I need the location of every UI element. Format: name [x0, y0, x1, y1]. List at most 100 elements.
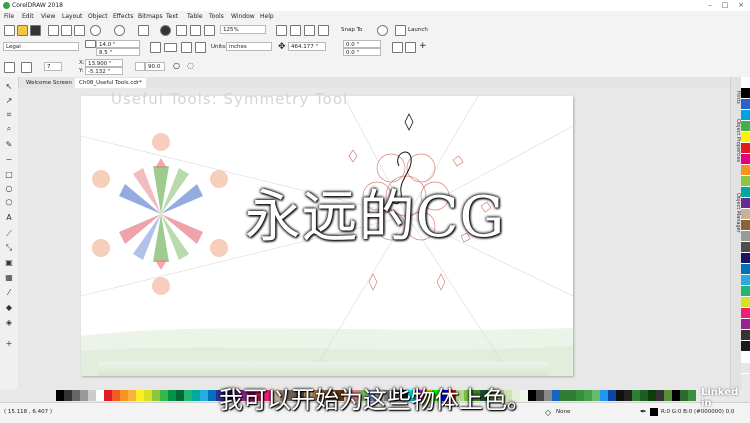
- shape-tool-icon[interactable]: ↗: [4, 96, 14, 105]
- docker-tab-hints[interactable]: Hints: [732, 91, 741, 104]
- transparency-tool-icon[interactable]: ▦: [4, 273, 14, 282]
- rotation-field[interactable]: 90.0: [145, 62, 165, 71]
- swatch-pink[interactable]: [741, 308, 750, 319]
- subtitle-caption: 我可以开始为这些物体上色。: [219, 386, 531, 414]
- add-icon[interactable]: +: [419, 41, 427, 51]
- view-icon[interactable]: ◌: [187, 61, 194, 70]
- page-width-field[interactable]: 14.0 ": [96, 40, 140, 48]
- swatch-chartreuse[interactable]: [741, 297, 750, 308]
- lock-icon[interactable]: ○: [173, 61, 180, 70]
- swatch-white[interactable]: [741, 77, 750, 88]
- undo-icon[interactable]: [90, 25, 101, 36]
- finish-editing-icon[interactable]: [405, 42, 416, 53]
- eyedropper-tool-icon[interactable]: ⁄: [4, 288, 14, 297]
- import-icon[interactable]: [176, 25, 187, 36]
- show-guidelines-icon[interactable]: [318, 25, 329, 36]
- duplicate-distance-y-field[interactable]: 0.0 ": [343, 48, 381, 56]
- page-size-select[interactable]: Legal: [3, 42, 79, 51]
- menu-help[interactable]: Help: [260, 13, 274, 20]
- interactive-fill-icon[interactable]: ◆: [4, 303, 14, 312]
- show-rulers-icon[interactable]: [290, 25, 301, 36]
- swatch-navy[interactable]: [741, 253, 750, 264]
- launch-app-icon[interactable]: [395, 25, 406, 36]
- tab-label: Welcome Screen: [26, 80, 72, 86]
- menu-table[interactable]: Table: [187, 13, 203, 20]
- swatch-cyan[interactable]: [741, 110, 750, 121]
- maximize-button[interactable]: □: [720, 1, 730, 10]
- angle-field[interactable]: [135, 62, 145, 71]
- artistic-media-icon[interactable]: ~: [4, 155, 14, 164]
- menu-window[interactable]: Window: [231, 13, 255, 20]
- swatch-red[interactable]: [741, 143, 750, 154]
- full-screen-preview-icon[interactable]: [276, 25, 287, 36]
- swatch-violet[interactable]: [741, 319, 750, 330]
- symmetry-mode-icon[interactable]: [21, 62, 32, 73]
- swatch-royal-blue[interactable]: [741, 264, 750, 275]
- save-icon[interactable]: [30, 25, 41, 36]
- duplicate-distance-x-field[interactable]: 0.0 ": [343, 40, 381, 48]
- zoom-level-select[interactable]: 125%: [220, 25, 266, 34]
- cut-icon[interactable]: [48, 25, 59, 36]
- snap-to-dropdown[interactable]: Snap To: [341, 27, 362, 33]
- menu-layout[interactable]: Layout: [62, 13, 82, 20]
- portrait-icon[interactable]: [150, 42, 161, 53]
- current-page-icon[interactable]: [195, 42, 206, 53]
- tab-welcome-screen[interactable]: Welcome Screen: [22, 78, 76, 88]
- new-document-icon[interactable]: [4, 25, 15, 36]
- zoom-tool-icon[interactable]: ⌕: [4, 124, 14, 133]
- landscape-icon[interactable]: [164, 43, 177, 52]
- menu-edit[interactable]: Edit: [22, 13, 34, 20]
- swatch-sky-blue[interactable]: [741, 275, 750, 286]
- swatch-black[interactable]: [741, 88, 750, 99]
- menu-effects[interactable]: Effects: [113, 13, 133, 20]
- nudge-distance-icon: ✥: [278, 42, 286, 52]
- units-select[interactable]: inches: [226, 42, 272, 51]
- freehand-tool-icon[interactable]: ✎: [4, 140, 14, 149]
- coreldraw-logo-icon: [3, 2, 10, 9]
- menu-object[interactable]: Object: [88, 13, 108, 20]
- paste-icon[interactable]: [74, 25, 85, 36]
- symmetry-lines-field[interactable]: 7: [44, 62, 62, 71]
- docker-tab-object-properties[interactable]: Object Properties: [732, 119, 741, 162]
- swatch-light-gray[interactable]: [741, 363, 750, 374]
- show-grid-icon[interactable]: [304, 25, 315, 36]
- x-position-field[interactable]: 13.900 ": [85, 59, 123, 67]
- menu-view[interactable]: View: [41, 13, 55, 20]
- swatch-magenta[interactable]: [741, 154, 750, 165]
- add-tool-icon[interactable]: +: [4, 339, 14, 348]
- redo-icon[interactable]: [114, 25, 125, 36]
- menu-file[interactable]: File: [4, 13, 14, 20]
- close-button[interactable]: ×: [736, 1, 746, 10]
- swatch-green[interactable]: [741, 121, 750, 132]
- nudge-distance-field[interactable]: 464.177 ": [288, 42, 326, 51]
- edit-symmetry-icon[interactable]: [392, 42, 403, 53]
- pick-tool-icon[interactable]: ↖: [4, 82, 14, 91]
- menu-text[interactable]: Text: [166, 13, 178, 20]
- smart-fill-icon[interactable]: ◈: [4, 318, 14, 327]
- options-gear-icon[interactable]: [377, 25, 388, 36]
- swatch-blue[interactable]: [741, 99, 750, 110]
- copy-icon[interactable]: [61, 25, 72, 36]
- swatch-emerald[interactable]: [741, 286, 750, 297]
- y-position-field[interactable]: -5.132 ": [85, 67, 123, 75]
- open-folder-icon[interactable]: [17, 25, 28, 36]
- watermark-text: 永远的CG: [244, 185, 506, 250]
- page-footer-band: [98, 362, 548, 376]
- swatch-near-black[interactable]: [741, 341, 750, 352]
- drop-shadow-icon[interactable]: ▣: [4, 258, 14, 267]
- tab-ch08-useful-tools[interactable]: Ch08_Useful Tools.cdr*: [75, 78, 146, 88]
- export-icon[interactable]: [190, 25, 201, 36]
- menu-tools[interactable]: Tools: [209, 13, 224, 20]
- crop-tool-icon[interactable]: ⌗: [4, 110, 14, 119]
- launch-dropdown[interactable]: Launch: [408, 27, 428, 33]
- swatch-charcoal[interactable]: [741, 330, 750, 341]
- all-pages-icon[interactable]: [181, 42, 192, 53]
- swatch-white-2[interactable]: [741, 352, 750, 363]
- swatch-yellow[interactable]: [741, 132, 750, 143]
- publish-pdf-icon[interactable]: [204, 25, 215, 36]
- page-height-field[interactable]: 8.5 ": [96, 48, 140, 56]
- menu-bitmaps[interactable]: Bitmaps: [138, 13, 163, 20]
- corel-connect-icon[interactable]: [160, 25, 171, 36]
- minimize-button[interactable]: –: [705, 1, 715, 10]
- search-content-icon[interactable]: [138, 25, 149, 36]
